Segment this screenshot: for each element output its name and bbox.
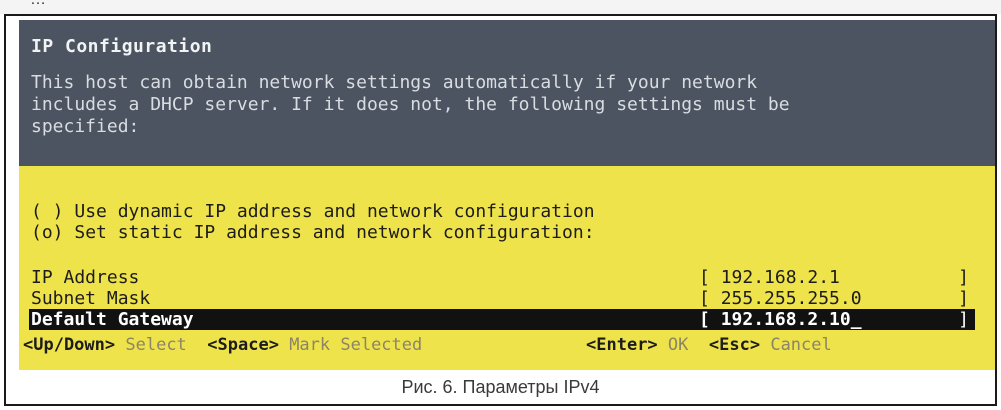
hint-action-mark: Mark Selected xyxy=(289,335,423,355)
hint-action-ok: OK xyxy=(667,335,689,355)
settings-panel: ( ) Use dynamic IP address and network c… xyxy=(19,166,995,370)
hint-action-cancel: Cancel xyxy=(770,335,832,355)
option-label: Use dynamic IP address and network confi… xyxy=(74,201,595,222)
key-hints-bar: <Up/Down> Select <Space> Mark Selected <… xyxy=(23,335,993,359)
hint-key-updown: <Up/Down> xyxy=(23,335,116,355)
field-label: Default Gateway xyxy=(31,309,194,330)
figure-caption: Рис. 6. Параметры IPv4 xyxy=(401,377,600,397)
cropped-text-strip: … xyxy=(0,0,1001,14)
option-static-ip[interactable]: (o) Set static IP address and network co… xyxy=(31,222,595,243)
bracket-close: ] xyxy=(958,288,969,309)
option-dynamic-ip[interactable]: ( ) Use dynamic IP address and network c… xyxy=(31,201,595,222)
bracket-close: ] xyxy=(958,267,969,288)
field-ip-address[interactable]: IP Address [ 192.168.2.1 ] xyxy=(29,267,975,288)
field-label: IP Address xyxy=(31,267,140,288)
field-subnet-mask[interactable]: Subnet Mask [ 255.255.255.0 ] xyxy=(29,288,975,309)
field-label: Subnet Mask xyxy=(31,288,151,309)
field-default-gateway[interactable]: Default Gateway [ 192.168.2.10_ ] xyxy=(29,309,975,330)
radio-marker[interactable]: (o) xyxy=(31,222,64,243)
subnet-mask-input[interactable]: [ 255.255.255.0 xyxy=(699,288,862,309)
header-panel: IP Configuration This host can obtain ne… xyxy=(19,20,995,166)
hint-key-esc: <Esc> xyxy=(708,335,761,355)
bracket-close: ] xyxy=(958,309,969,330)
ip-address-input[interactable]: [ 192.168.2.1 xyxy=(699,267,840,288)
hint-action-select: Select xyxy=(125,335,187,355)
dialog-description: This host can obtain network settings au… xyxy=(31,72,790,137)
default-gateway-input[interactable]: [ 192.168.2.10_ xyxy=(699,309,862,330)
terminal-screen: IP Configuration This host can obtain ne… xyxy=(19,20,995,370)
option-label: Set static IP address and network config… xyxy=(74,222,595,243)
hint-key-space: <Space> xyxy=(207,335,279,355)
dialog-title: IP Configuration xyxy=(31,36,213,57)
hint-key-enter: <Enter> xyxy=(586,335,658,355)
radio-marker[interactable]: ( ) xyxy=(31,201,64,222)
